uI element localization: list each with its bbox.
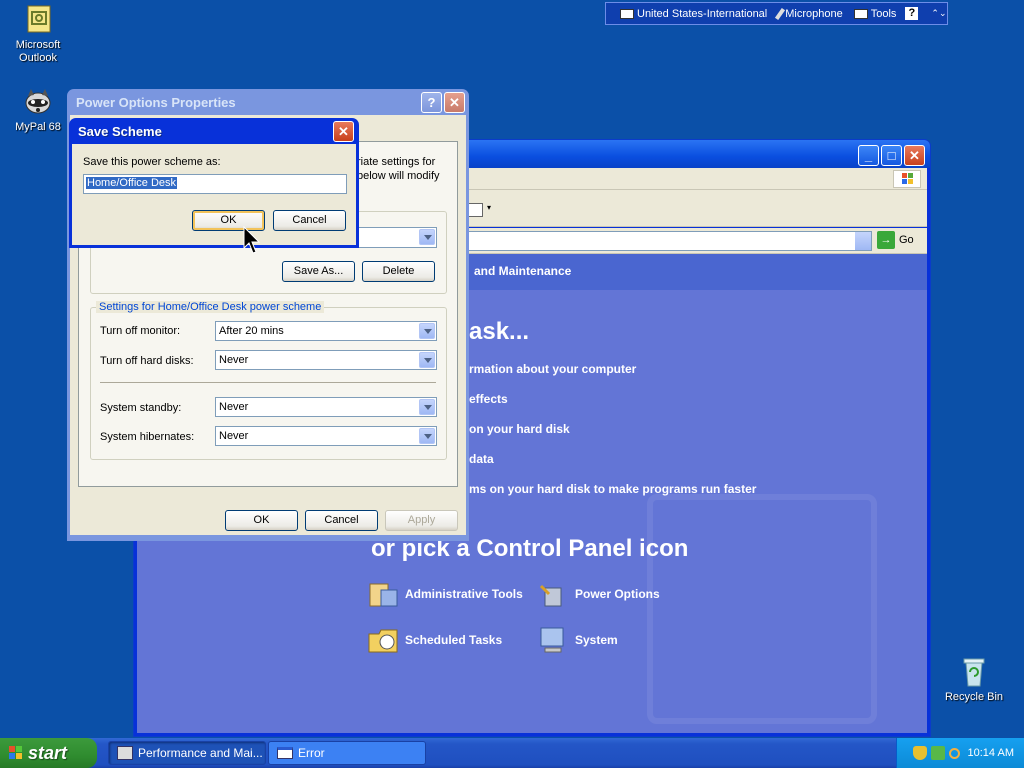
scheme-name-input[interactable]: Home/Office Desk	[83, 174, 347, 194]
clock[interactable]: 10:14 AM	[968, 747, 1014, 759]
system-icon	[537, 624, 569, 656]
setting-label: Turn off hard disks:	[100, 355, 194, 367]
network-icon[interactable]	[930, 746, 945, 760]
task-link[interactable]: effects	[469, 392, 508, 406]
windows-flag-icon	[8, 745, 24, 761]
chevron-down-icon	[419, 352, 435, 368]
pick-task-heading: ask...	[469, 318, 530, 345]
desktop-icon-label: Recycle Bin	[944, 691, 1004, 703]
chevron-down-icon	[419, 428, 435, 444]
scheme-settings-title: Settings for Home/Office Desk power sche…	[96, 301, 325, 313]
mouse-cursor-icon	[243, 225, 263, 256]
scheduled-tasks-icon	[367, 624, 399, 656]
desktop-icon-mypal[interactable]: MyPal 68	[2, 86, 74, 134]
save-as-button[interactable]: Save As...	[282, 261, 355, 282]
chevron-down-icon[interactable]: ▾	[487, 203, 491, 212]
admin-tools-icon	[367, 578, 399, 610]
recycle-bin-icon	[958, 656, 990, 688]
minimize-button[interactable]: _	[858, 145, 879, 166]
task-link[interactable]: on your hard disk	[469, 422, 570, 436]
outlook-icon	[22, 4, 54, 36]
system-standby-select[interactable]: Never	[215, 397, 437, 417]
save-dialog-title[interactable]: Save Scheme	[72, 118, 356, 144]
security-shield-icon[interactable]	[912, 746, 927, 760]
description-text: riate settings for	[357, 156, 436, 168]
tools-button[interactable]: Tools	[853, 8, 896, 20]
watermark-checkmark	[647, 494, 877, 724]
help-icon: ?	[905, 7, 919, 20]
task-link[interactable]: data	[469, 452, 494, 466]
language-bar: United States-International Microphone T…	[605, 2, 948, 25]
cancel-button[interactable]: Cancel	[273, 210, 346, 231]
microphone-icon	[775, 7, 786, 20]
address-input[interactable]	[462, 231, 872, 251]
cancel-button[interactable]: Cancel	[305, 510, 378, 531]
keyboard-icon	[620, 8, 634, 19]
address-dropdown-button[interactable]	[855, 232, 871, 250]
maximize-button[interactable]: □	[881, 145, 902, 166]
go-button[interactable]: → Go	[877, 231, 914, 249]
chevron-down-icon	[419, 229, 435, 245]
desktop-icon-label: MyPal 68	[15, 121, 61, 133]
help-button[interactable]: ?	[905, 7, 919, 20]
raccoon-icon	[22, 86, 54, 118]
windows-logo-icon	[893, 170, 921, 188]
power-schemes-select[interactable]	[353, 227, 437, 248]
power-dialog-title[interactable]: Power Options Properties	[70, 89, 466, 115]
save-prompt: Save this power scheme as:	[83, 156, 221, 168]
task-link[interactable]: rmation about your computer	[469, 362, 636, 376]
start-button[interactable]: start	[0, 738, 97, 768]
chevron-down-icon	[419, 323, 435, 339]
turn-off-monitor-select[interactable]: After 20 mins	[215, 321, 437, 341]
views-icon[interactable]	[467, 203, 483, 217]
description-text: below will modify	[357, 170, 440, 182]
cp-icon-power-options[interactable]: Power Options	[537, 578, 660, 610]
desktop-icon-recycle-bin[interactable]: Recycle Bin	[938, 656, 1010, 704]
control-panel-icon	[117, 746, 133, 760]
save-dialog-body: Save this power scheme as: Home/Office D…	[72, 144, 356, 245]
taskbar-item-performance[interactable]: Performance and Mai...	[108, 741, 266, 765]
ok-button[interactable]: OK	[225, 510, 298, 531]
close-button[interactable]: ✕	[444, 92, 465, 113]
desktop-icon-outlook[interactable]: Microsoft Outlook	[2, 4, 74, 65]
system-tray: 10:14 AM	[896, 738, 1024, 768]
taskbar-item-error[interactable]: Error	[268, 741, 426, 765]
window-icon	[277, 747, 293, 759]
setting-label: Turn off monitor:	[100, 325, 181, 337]
power-options-icon	[537, 578, 569, 610]
go-arrow-icon: →	[877, 231, 895, 249]
setting-label: System hibernates:	[100, 431, 195, 443]
chevron-down-icon	[419, 399, 435, 415]
cp-icon-admin-tools[interactable]: Administrative Tools	[367, 578, 523, 610]
desktop-icon-label: Microsoft Outlook	[15, 39, 61, 64]
help-button[interactable]: ?	[421, 92, 442, 113]
category-title: and Maintenance	[474, 264, 572, 278]
langbar-options-icon[interactable]: ⌃⌄	[931, 8, 946, 19]
turn-off-hard-disks-select[interactable]: Never	[215, 350, 437, 370]
save-scheme-dialog: Save Scheme ✕ Save this power scheme as:…	[69, 118, 359, 248]
divider	[100, 382, 436, 383]
cp-icon-system[interactable]: System	[537, 624, 618, 656]
cp-icon-scheduled-tasks[interactable]: Scheduled Tasks	[367, 624, 502, 656]
delete-button[interactable]: Delete	[362, 261, 435, 282]
setting-label: System standby:	[100, 402, 182, 414]
close-button[interactable]: ✕	[904, 145, 925, 166]
close-button[interactable]: ✕	[333, 121, 354, 142]
tools-icon	[853, 8, 868, 19]
microphone-button[interactable]: Microphone	[775, 7, 843, 20]
apply-button[interactable]: Apply	[385, 510, 458, 531]
language-selector[interactable]: United States-International	[620, 8, 767, 20]
search-icon[interactable]	[948, 747, 960, 759]
system-hibernates-select[interactable]: Never	[215, 426, 437, 446]
